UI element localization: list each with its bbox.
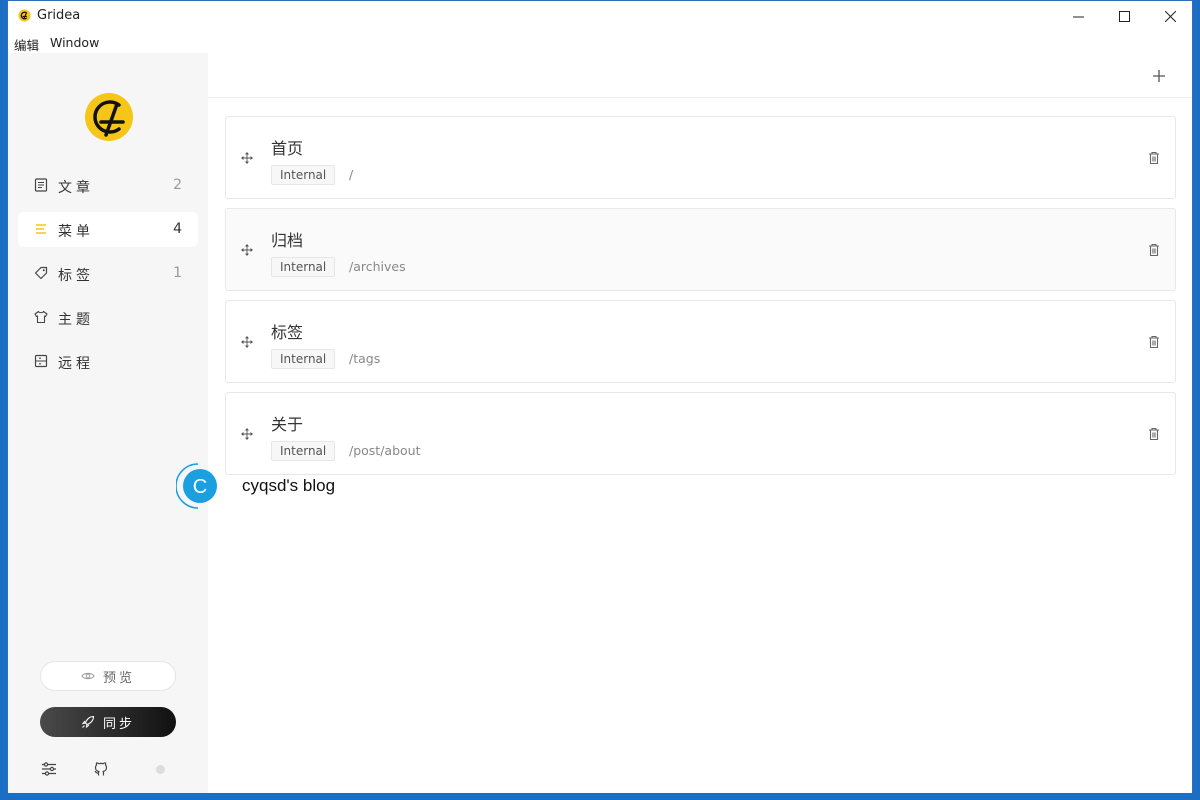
sidebar-item-remote[interactable]: 远程	[18, 344, 198, 379]
delete-icon[interactable]	[1147, 151, 1161, 165]
drag-handle-icon[interactable]	[240, 427, 254, 441]
menu-item-name: 标签	[271, 323, 304, 342]
drag-handle-icon[interactable]	[240, 151, 254, 165]
gridea-logo	[85, 93, 133, 141]
sidebar-item-count: 1	[173, 265, 182, 281]
delete-icon[interactable]	[1147, 427, 1161, 441]
sidebar-item-tags[interactable]: 标签 1	[18, 256, 198, 291]
maximize-icon	[1118, 10, 1130, 22]
app-window: Gridea 编辑 Window 文章 2 菜单 4 标签 1 主题 远程 预览…	[7, 0, 1193, 793]
sidebar-item-themes[interactable]: 主题	[18, 300, 198, 335]
rocket-icon	[81, 715, 95, 729]
menu-item-link: /	[349, 167, 354, 182]
menu-item-card[interactable]: 归档 Internal /archives	[225, 208, 1176, 291]
shirt-icon	[34, 310, 48, 324]
blog-avatar-badge: C	[176, 463, 217, 509]
menu-item-card[interactable]: 标签 Internal /tags	[225, 300, 1176, 383]
remote-icon	[34, 354, 48, 368]
close-icon	[1164, 10, 1176, 22]
menu-icon	[36, 224, 46, 234]
preview-label: 预览	[102, 670, 135, 686]
add-menu-button[interactable]	[1150, 67, 1168, 85]
sidebar: 文章 2 菜单 4 标签 1 主题 远程 预览 同步	[8, 53, 208, 793]
menu-type-badge: Internal	[271, 441, 336, 461]
menu-type-badge: Internal	[271, 349, 336, 369]
sidebar-item-label: 主题	[58, 312, 94, 328]
sidebar-item-label: 标签	[58, 268, 94, 284]
main-content: 首页 Internal / 归档 Internal /archives 标签 I…	[208, 53, 1192, 793]
minimize-icon	[1072, 16, 1084, 17]
maximize-button[interactable]	[1101, 1, 1147, 31]
title-bar[interactable]: Gridea	[8, 1, 1192, 31]
sidebar-item-menu[interactable]: 菜单 4	[18, 212, 198, 247]
minimize-button[interactable]	[1055, 1, 1101, 31]
menu-item-name: 关于	[271, 415, 304, 434]
menu-item-link: /archives	[349, 259, 406, 274]
main-header	[208, 53, 1192, 98]
sync-button[interactable]: 同步	[40, 707, 176, 737]
window-title: Gridea	[37, 8, 81, 23]
sidebar-item-count: 4	[173, 221, 182, 237]
tag-icon	[34, 266, 48, 280]
menu-edit[interactable]: 编辑	[14, 35, 39, 54]
settings-sliders-icon[interactable]	[41, 761, 57, 777]
article-icon	[34, 178, 48, 192]
gridea-logo-icon	[18, 9, 31, 22]
sidebar-item-label: 文章	[58, 180, 94, 196]
sync-label: 同步	[102, 716, 135, 732]
eye-icon	[81, 672, 95, 680]
menu-window[interactable]: Window	[50, 35, 99, 50]
sidebar-item-label: 菜单	[58, 224, 94, 240]
menu-item-card[interactable]: 首页 Internal /	[225, 116, 1176, 199]
menu-bar: 编辑 Window	[8, 31, 1192, 53]
delete-icon[interactable]	[1147, 335, 1161, 349]
github-icon[interactable]	[93, 761, 109, 777]
blog-name: cyqsd's blog	[242, 476, 336, 495]
close-button[interactable]	[1147, 1, 1193, 31]
menu-item-name: 归档	[271, 231, 304, 250]
menu-item-link: /tags	[349, 351, 381, 366]
status-dot	[156, 765, 165, 774]
blog-avatar-letter: C	[193, 476, 207, 498]
delete-icon[interactable]	[1147, 243, 1161, 257]
sidebar-item-articles[interactable]: 文章 2	[18, 168, 198, 203]
menu-item-link: /post/about	[349, 443, 421, 458]
drag-handle-icon[interactable]	[240, 243, 254, 257]
sidebar-item-count: 2	[173, 177, 182, 193]
menu-item-card[interactable]: 关于 Internal /post/about	[225, 392, 1176, 475]
sidebar-item-label: 远程	[58, 356, 94, 372]
menu-type-badge: Internal	[271, 165, 336, 185]
preview-button[interactable]: 预览	[40, 661, 176, 691]
menu-type-badge: Internal	[271, 257, 336, 277]
drag-handle-icon[interactable]	[240, 335, 254, 349]
menu-item-name: 首页	[271, 139, 304, 158]
